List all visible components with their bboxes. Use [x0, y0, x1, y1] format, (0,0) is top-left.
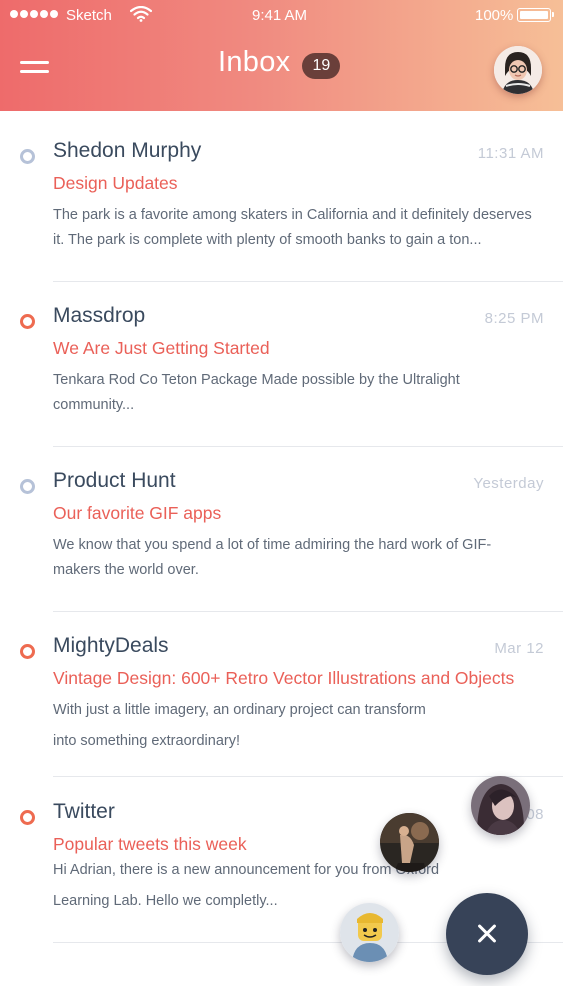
email-preview-line-1: Hi Adrian, there is a new announcement f…	[53, 862, 440, 878]
close-icon[interactable]	[446, 893, 528, 975]
email-preview-line-1: With just a little imagery, an ordinary …	[53, 702, 426, 718]
email-item[interactable]: Product Hunt Yesterday Our favorite GIF …	[0, 446, 563, 612]
read-status-indicator	[20, 149, 35, 164]
email-subject: Popular tweets this week	[53, 834, 247, 854]
battery-icon	[517, 8, 554, 22]
contact-avatar-3-image	[340, 903, 399, 962]
email-preview-line-2: into something extraordinary!	[53, 733, 240, 749]
email-time: 11:31 AM	[477, 145, 544, 162]
unread-status-indicator	[20, 314, 35, 329]
email-sender: Massdrop	[53, 304, 146, 327]
hamburger-icon[interactable]	[20, 58, 50, 78]
email-preview: The park is a favorite among skaters in …	[53, 207, 532, 248]
email-subject: Our favorite GIF apps	[53, 503, 222, 523]
unread-status-indicator	[20, 810, 35, 825]
status-time: 9:41 AM	[252, 7, 308, 24]
email-item[interactable]: Shedon Murphy 11:31 AM Design Updates Th…	[0, 111, 563, 282]
email-subject: Design Updates	[53, 173, 178, 193]
email-item[interactable]: MightyDeals Mar 12 Vintage Design: 600+ …	[0, 611, 563, 777]
page-title: Inbox	[218, 46, 291, 78]
email-subject: Vintage Design: 600+ Retro Vector Illust…	[53, 668, 515, 688]
app-header: Sketch 9:41 AM 100% Inbox 19	[0, 0, 563, 111]
status-bar: Sketch 9:41 AM 100%	[0, 0, 563, 32]
carrier-name: Sketch	[66, 7, 112, 24]
contact-avatar-3[interactable]	[340, 903, 399, 962]
battery-percent: 100%	[475, 7, 514, 24]
email-sender: Product Hunt	[53, 469, 176, 492]
profile-avatar[interactable]	[494, 46, 542, 94]
email-preview: Tenkara Rod Co Teton Package Made possib…	[53, 372, 460, 413]
contact-avatar-1-image	[471, 776, 530, 835]
header-title-group: Inbox 19	[218, 46, 341, 79]
email-time: Yesterday	[473, 475, 544, 492]
contact-avatar-1[interactable]	[471, 776, 530, 835]
email-subject: We Are Just Getting Started	[53, 338, 270, 358]
contact-avatar-2-image	[380, 813, 439, 872]
email-item[interactable]: Massdrop 8:25 PM We Are Just Getting Sta…	[0, 281, 563, 447]
email-sender: Shedon Murphy	[53, 139, 202, 162]
unread-count-badge: 19	[302, 52, 341, 79]
wifi-icon	[130, 6, 152, 22]
email-time: Mar 12	[494, 640, 544, 657]
profile-avatar-image	[494, 46, 542, 94]
read-status-indicator	[20, 479, 35, 494]
email-preview: We know that you spend a lot of time adm…	[53, 537, 492, 578]
email-sender: MightyDeals	[53, 634, 169, 657]
email-time: 8:25 PM	[484, 310, 544, 327]
unread-status-indicator	[20, 644, 35, 659]
signal-icon	[10, 10, 58, 18]
contact-avatar-2[interactable]	[380, 813, 439, 872]
email-sender: Twitter	[53, 800, 115, 823]
